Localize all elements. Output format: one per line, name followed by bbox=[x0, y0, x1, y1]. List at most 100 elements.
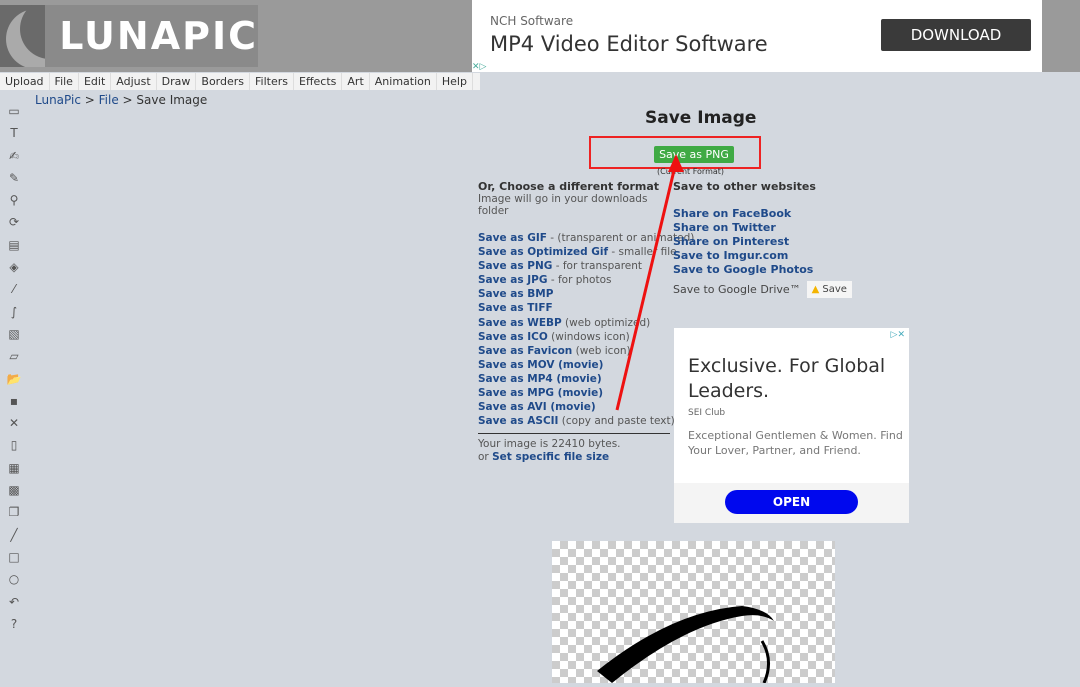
side-ad-title: Exclusive. For Global Leaders. bbox=[688, 355, 886, 402]
new-icon[interactable]: ▯ bbox=[4, 434, 24, 456]
breadcrumb-home[interactable]: LunaPic bbox=[35, 93, 81, 107]
save-icon[interactable]: ▪ bbox=[4, 390, 24, 412]
undo-icon[interactable]: ↶ bbox=[4, 591, 24, 613]
divider bbox=[478, 433, 670, 435]
eraser-icon[interactable]: ▱ bbox=[4, 345, 24, 367]
format-desc: (windows icon) bbox=[547, 330, 630, 343]
format-link[interactable]: Save as JPG bbox=[478, 274, 547, 286]
copy-icon[interactable]: ❐ bbox=[4, 501, 24, 523]
side-ad[interactable]: ▷✕ Exclusive. For Global Leaders. SEI Cl… bbox=[674, 328, 909, 523]
drive-label: Save to Google Drive™ bbox=[673, 283, 801, 297]
google-drive-row: Save to Google Drive™ ▲ Save bbox=[673, 281, 852, 299]
ad-close-icon[interactable]: ▷✕ bbox=[891, 330, 905, 340]
ad-choices-icon[interactable]: ✕▷ bbox=[472, 62, 486, 72]
format-item: Save as WEBP (web optimized) bbox=[478, 316, 673, 330]
format-desc: - smaller file bbox=[608, 246, 677, 259]
website-link[interactable]: Save to Google Photos bbox=[673, 263, 852, 277]
format-desc: (copy and paste text) bbox=[558, 415, 675, 428]
website-link[interactable]: Share on Twitter bbox=[673, 221, 852, 235]
open-icon[interactable]: 📂 bbox=[4, 368, 24, 390]
fill-icon[interactable]: ◈ bbox=[4, 256, 24, 278]
menu-art[interactable]: Art bbox=[342, 73, 370, 90]
format-link[interactable]: Save as MP4 (movie) bbox=[478, 373, 602, 385]
drive-save-label: Save bbox=[822, 284, 847, 296]
breadcrumb-sep: > bbox=[80, 93, 99, 107]
menu-borders[interactable]: Borders bbox=[196, 73, 251, 90]
drive-save-button[interactable]: ▲ Save bbox=[806, 281, 852, 299]
moon-icon bbox=[0, 5, 46, 67]
format-item: Save as ICO (windows icon) bbox=[478, 330, 673, 344]
current-format-note: (Current Format) bbox=[657, 167, 725, 176]
websites-panel: Save to other websites Share on FaceBook… bbox=[673, 180, 852, 299]
line-icon[interactable]: ╱ bbox=[4, 524, 24, 546]
format-link[interactable]: Save as MOV (movie) bbox=[478, 359, 603, 371]
format-link[interactable]: Save as BMP bbox=[478, 288, 553, 300]
format-link[interactable]: Save as ASCII bbox=[478, 415, 558, 427]
menu-filters[interactable]: Filters bbox=[250, 73, 294, 90]
format-link[interactable]: Save as PNG bbox=[478, 260, 552, 272]
set-file-size-link[interactable]: Set specific file size bbox=[492, 451, 609, 463]
tool-sidebar: ▭ T ✍ ✎ ⚲ ⟳ ▤ ◈ ⁄ ∫ ▧ ▱ 📂 ▪ ✕ ▯ ▦ ▩ ❐ ╱ □ ○ ↶? bbox=[4, 100, 24, 635]
format-item: Save as Optimized Gif - smaller file bbox=[478, 245, 677, 259]
website-link[interactable]: Save to Imgur.com bbox=[673, 249, 852, 263]
lunapic-logo[interactable]: LUNAPIC bbox=[0, 5, 258, 67]
breadcrumb-sep: > bbox=[118, 93, 137, 107]
format-item: Save as ASCII (copy and paste text) bbox=[478, 414, 675, 428]
format-link[interactable]: Save as GIF bbox=[478, 232, 547, 244]
menu-help[interactable]: Help bbox=[437, 73, 473, 90]
menu-draw[interactable]: Draw bbox=[157, 73, 197, 90]
help-icon[interactable]: ? bbox=[4, 613, 24, 635]
side-ad-sponsor: SEI Club bbox=[688, 408, 726, 418]
format-link[interactable]: Save as WEBP bbox=[478, 317, 562, 329]
circle-icon[interactable]: ○ bbox=[4, 568, 24, 590]
format-item: Save as PNG - for transparent bbox=[478, 259, 673, 273]
format-desc: - for transparent bbox=[552, 260, 643, 273]
format-link[interactable]: Save as MPG (movie) bbox=[478, 387, 603, 399]
breadcrumb-current: Save Image bbox=[136, 93, 208, 107]
format-link[interactable]: Save as Optimized Gif bbox=[478, 246, 608, 258]
zoom-icon[interactable]: ⚲ bbox=[4, 189, 24, 211]
format-item: Save as BMP bbox=[478, 287, 673, 301]
format-subheading: Image will go in your downloads folder bbox=[478, 193, 648, 217]
format-item: Save as JPG - for photos bbox=[478, 273, 673, 287]
save-as-png-button[interactable]: Save as PNG bbox=[654, 146, 734, 163]
menu-animation[interactable]: Animation bbox=[370, 73, 437, 90]
print-icon[interactable]: ▦ bbox=[4, 457, 24, 479]
rectangle-icon[interactable]: □ bbox=[4, 546, 24, 568]
text-icon[interactable]: T bbox=[4, 122, 24, 144]
format-link[interactable]: Save as TIFF bbox=[478, 302, 553, 314]
rotate-icon[interactable]: ⟳ bbox=[4, 211, 24, 233]
eyedropper-icon[interactable]: ⁄ bbox=[4, 278, 24, 300]
side-ad-open-button[interactable]: OPEN bbox=[725, 490, 858, 514]
select-icon[interactable]: ▭ bbox=[4, 100, 24, 122]
layers-icon[interactable]: ▧ bbox=[4, 323, 24, 345]
menu-adjust[interactable]: Adjust bbox=[111, 73, 157, 90]
brush-icon[interactable]: ∫ bbox=[4, 301, 24, 323]
crop-icon[interactable]: ▤ bbox=[4, 234, 24, 256]
gallery-icon[interactable]: ▩ bbox=[4, 479, 24, 501]
format-desc: (web icon) bbox=[572, 344, 631, 357]
format-link[interactable]: Save as AVI (movie) bbox=[478, 401, 596, 413]
menu-edit[interactable]: Edit bbox=[79, 73, 112, 90]
close-icon[interactable]: ✕ bbox=[4, 412, 24, 434]
breadcrumb: LunaPic > File > Save Image bbox=[35, 93, 207, 107]
website-link[interactable]: Share on FaceBook bbox=[673, 207, 852, 221]
pencil-icon[interactable]: ✎ bbox=[4, 167, 24, 189]
menu-file[interactable]: File bbox=[50, 73, 79, 90]
ad-download-button[interactable]: DOWNLOAD bbox=[881, 19, 1031, 51]
breadcrumb-file[interactable]: File bbox=[99, 93, 119, 107]
header: LUNAPIC NCH Software MP4 Video Editor So… bbox=[0, 0, 1080, 72]
page-title: Save Image bbox=[645, 108, 757, 128]
ad-title: MP4 Video Editor Software bbox=[490, 32, 768, 56]
size-text: Your image is 22410 bytes. bbox=[478, 438, 621, 451]
website-link[interactable]: Share on Pinterest bbox=[673, 235, 852, 249]
signature-icon[interactable]: ✍ bbox=[4, 145, 24, 167]
format-item: Save as TIFF bbox=[478, 301, 673, 315]
format-link[interactable]: Save as ICO bbox=[478, 331, 548, 343]
menu-effects[interactable]: Effects bbox=[294, 73, 343, 90]
logo-text: LUNAPIC bbox=[59, 14, 258, 58]
format-link[interactable]: Save as Favicon bbox=[478, 345, 572, 357]
menu-upload[interactable]: Upload bbox=[0, 73, 50, 90]
menu-bar: Upload File Edit Adjust Draw Borders Filters Ef… bbox=[0, 73, 480, 90]
top-ad[interactable]: NCH Software MP4 Video Editor Software D… bbox=[472, 0, 1042, 72]
